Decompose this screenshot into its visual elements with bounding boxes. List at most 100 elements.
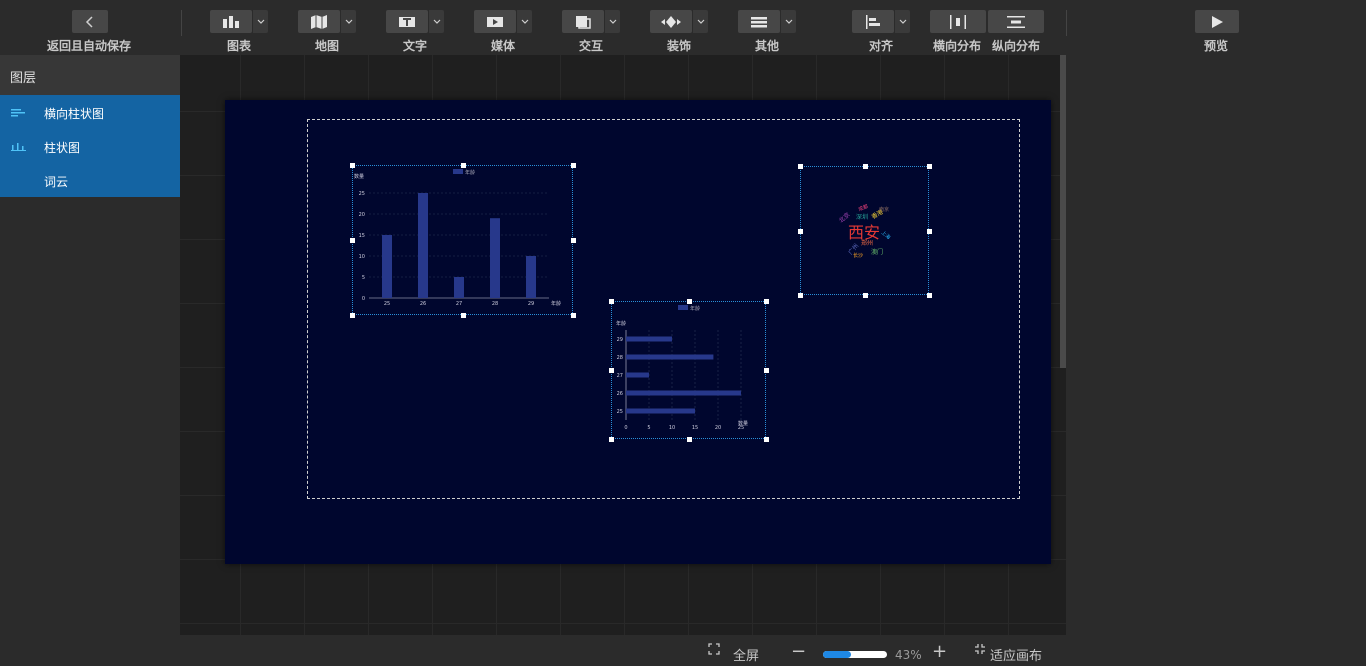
back-button[interactable] [72,10,108,33]
bar-chart: 年龄数量051015202525 26 27 28 29 年龄 [354,169,561,307]
decor-label: 装饰 [667,39,692,53]
layers-panel: 图层 横向柱状图 柱状图 词云 [0,55,180,666]
zoom-slider-fill [823,651,851,658]
chart-dropdown[interactable] [252,10,268,33]
chevron-down-icon [785,19,792,24]
media-button[interactable] [474,10,516,33]
preview-tool[interactable]: 预览 [1195,10,1239,53]
resize-handle[interactable] [571,238,576,243]
top-toolbar: 返回且自动保存 图表 地图 文字 媒体 交互 装饰 其他 对齐 横向分布 纵向分… [0,0,1366,55]
resize-handle[interactable] [609,368,614,373]
resize-handle[interactable] [927,228,932,234]
word-cloud-word: 深圳 [856,213,868,221]
media-tool[interactable]: 媒体 [474,10,532,53]
vertical-scrollbar[interactable] [1060,55,1066,368]
map-button[interactable] [298,10,340,33]
bottom-bar: 全屏 − 43% + 适应画布 [180,635,1066,666]
decor-button[interactable] [650,10,692,33]
other-button[interactable] [738,10,780,33]
bar-chart-widget[interactable]: 年龄 数量 0 5 10 15 20 25 25 26 27 28 29 年龄 [352,165,573,315]
bar [626,390,741,396]
resize-handle[interactable] [862,293,868,298]
fit-canvas-icon[interactable] [974,643,986,659]
word-cloud-widget[interactable]: 西安 深圳 香港 郑州 澳门 北京 广州 上海 成都 南京 长沙 [800,166,929,295]
distribute-vertical-icon [1007,15,1025,28]
text-tool[interactable]: 文字 [386,10,444,53]
resize-handle[interactable] [609,437,614,442]
interact-dropdown[interactable] [604,10,620,33]
other-dropdown[interactable] [780,10,796,33]
word-cloud-word: 澳门 [871,248,883,256]
y-tick-label: 20 [359,212,365,218]
fit-canvas-button[interactable]: 适应画布 [990,645,1042,664]
legend-label: 年龄 [465,169,475,176]
resize-handle[interactable] [862,164,868,169]
text-dropdown[interactable] [428,10,444,33]
hbar-chart-widget[interactable]: 年龄 年龄 0 5 10 15 20 25 29 28 27 26 25 数量 [611,301,766,439]
resize-handle[interactable] [686,437,692,442]
resize-handle[interactable] [927,293,932,298]
v-distribute-button[interactable] [988,10,1044,33]
y-tick-label: 25 [359,191,365,197]
back-save-group[interactable]: 返回且自动保存 [47,10,137,53]
word-cloud-word: 南京 [879,206,889,213]
back-save-label: 返回且自动保存 [47,39,132,53]
resize-handle[interactable] [460,163,466,168]
v-distribute-tool[interactable]: 纵向分布 [988,10,1044,53]
resize-handle[interactable] [571,313,576,318]
play-icon [1212,15,1223,28]
chart-label: 图表 [227,39,252,53]
map-tool[interactable]: 地图 [298,10,356,53]
bar-chart-icon [11,143,26,151]
distribute-horizontal-icon [950,14,966,29]
align-tool[interactable]: 对齐 [852,10,910,53]
resize-handle[interactable] [350,313,355,318]
zoom-in-button[interactable]: + [932,641,947,662]
fullscreen-icon[interactable] [708,643,720,659]
layer-item-bar[interactable]: 柱状图 [0,129,180,163]
align-dropdown[interactable] [894,10,910,33]
resize-handle[interactable] [764,368,769,373]
chart-tool[interactable]: 图表 [210,10,268,53]
other-tool[interactable]: 其他 [738,10,796,53]
interact-button[interactable] [562,10,604,33]
zoom-slider[interactable] [823,651,887,658]
preview-button[interactable] [1195,10,1239,33]
resize-handle[interactable] [609,299,614,304]
h-distribute-tool[interactable]: 横向分布 [930,10,986,53]
decor-tool[interactable]: 装饰 [650,10,708,53]
resize-handle[interactable] [350,238,355,243]
h-distribute-button[interactable] [930,10,986,33]
word-cloud: 西安深圳 香港郑州澳门北京广州上海成都 南京长沙 [837,203,892,259]
bar [626,336,672,342]
resize-handle[interactable] [927,164,932,169]
resize-handle[interactable] [798,293,803,298]
decor-dropdown[interactable] [692,10,708,33]
align-button[interactable] [852,10,894,33]
y-axis-label: 年龄 [616,320,626,327]
resize-handle[interactable] [764,299,769,304]
x-tick-label: 0 [624,425,627,431]
media-dropdown[interactable] [516,10,532,33]
y-tick-label: 26 [617,391,623,397]
resize-handle[interactable] [571,163,576,168]
text-button[interactable] [386,10,428,33]
interact-tool[interactable]: 交互 [562,10,620,53]
resize-handle[interactable] [798,164,803,169]
x-tick-label: 27 [456,301,462,307]
chart-button[interactable] [210,10,252,33]
media-label: 媒体 [491,39,516,53]
resize-handle[interactable] [798,228,803,234]
x-tick-label: 26 [420,301,426,307]
fullscreen-button[interactable]: 全屏 [733,645,759,664]
resize-handle[interactable] [350,163,355,168]
chevron-down-icon [257,19,264,24]
resize-handle[interactable] [764,437,769,442]
map-dropdown[interactable] [340,10,356,33]
bar [526,256,536,298]
zoom-out-button[interactable]: − [791,641,806,662]
resize-handle[interactable] [686,299,692,304]
layer-item-hbar[interactable]: 横向柱状图 [0,95,180,129]
layer-item-wordcloud[interactable]: 词云 [0,163,180,197]
resize-handle[interactable] [460,313,466,318]
